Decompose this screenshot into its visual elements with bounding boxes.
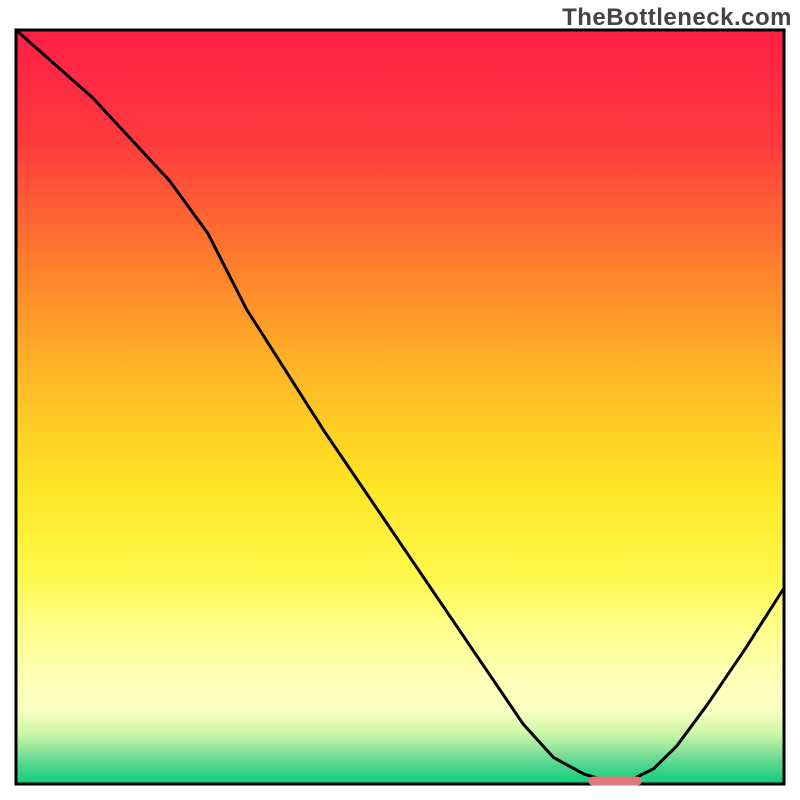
watermark-text: TheBottleneck.com bbox=[562, 4, 792, 32]
target-marker bbox=[588, 777, 642, 786]
chart-container: TheBottleneck.com bbox=[0, 0, 800, 800]
chart-svg bbox=[0, 0, 800, 800]
plot-background bbox=[16, 30, 784, 784]
